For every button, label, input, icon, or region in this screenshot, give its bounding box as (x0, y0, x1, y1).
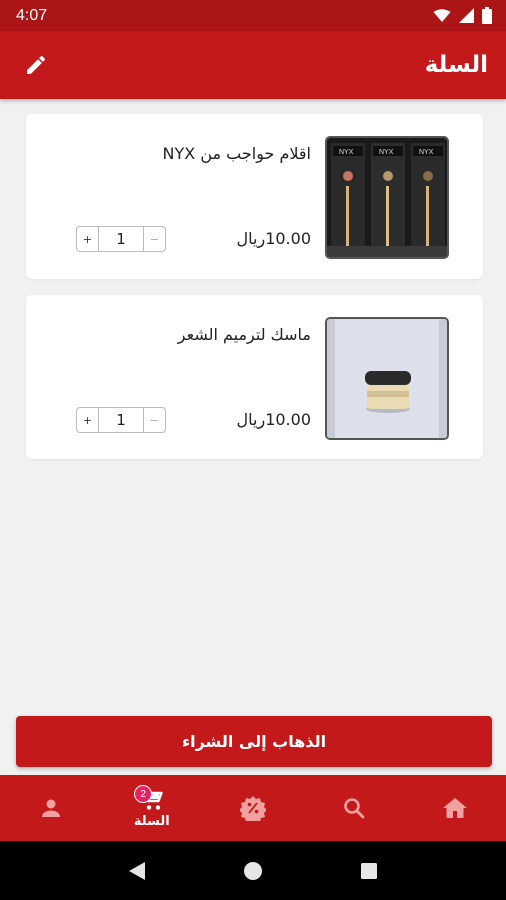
svg-text:NYX: NYX (379, 149, 394, 156)
product-price: 10.00ريال (236, 229, 312, 248)
nav-search[interactable] (304, 775, 405, 841)
bottom-nav: 2 السلة (0, 775, 506, 841)
search-icon (344, 798, 365, 819)
eyebrow-pencils-photo[interactable]: NYX NYX NYX (325, 136, 449, 259)
product-price: 10.00ريال (236, 410, 312, 429)
nav-account[interactable] (0, 775, 101, 841)
svg-text:NYX: NYX (339, 149, 354, 156)
nav-home[interactable] (405, 775, 506, 841)
checkout-button[interactable]: الذهاب إلى الشراء (16, 716, 492, 767)
svg-text:NYX: NYX (419, 149, 434, 156)
quantity-stepper: + 1 − (76, 407, 166, 433)
page-title: السلة (424, 52, 488, 78)
system-nav-bar (0, 841, 506, 900)
status-time: 4:07 (16, 6, 48, 24)
discount-icon (240, 796, 266, 821)
app-bar: السلة (0, 31, 506, 99)
pencil-icon (27, 55, 46, 74)
increase-button[interactable]: + (77, 408, 98, 432)
status-bar: 4:07 (0, 0, 506, 31)
account-icon (41, 799, 60, 817)
signal-icon (459, 8, 474, 23)
edit-button[interactable] (22, 51, 50, 79)
battery-icon (482, 7, 492, 24)
cart-item[interactable]: NYX NYX NYX اقلام حواجب من NYX 10.00ريال… (26, 114, 483, 279)
nav-cart-label: السلة (133, 813, 170, 829)
decrease-button[interactable]: − (144, 227, 165, 251)
status-icons (433, 7, 492, 24)
product-title: ماسك لترميم الشعر (177, 325, 311, 344)
product-title: اقلام حواجب من NYX (162, 144, 311, 163)
home-circle-icon[interactable] (243, 861, 263, 881)
wifi-icon (433, 8, 451, 22)
nav-offers[interactable] (202, 775, 303, 841)
back-icon[interactable] (128, 861, 146, 881)
increase-button[interactable]: + (77, 227, 98, 251)
nav-cart[interactable]: 2 السلة (101, 775, 202, 841)
hair-mask-jar-photo[interactable] (325, 317, 449, 440)
home-icon (443, 798, 468, 818)
cart-item[interactable]: ماسك لترميم الشعر 10.00ريال + 1 − (26, 295, 483, 459)
quantity-value: 1 (98, 408, 144, 432)
quantity-value: 1 (98, 227, 144, 251)
quantity-stepper: + 1 − (76, 226, 166, 252)
decrease-button[interactable]: − (144, 408, 165, 432)
recents-icon[interactable] (360, 862, 378, 880)
